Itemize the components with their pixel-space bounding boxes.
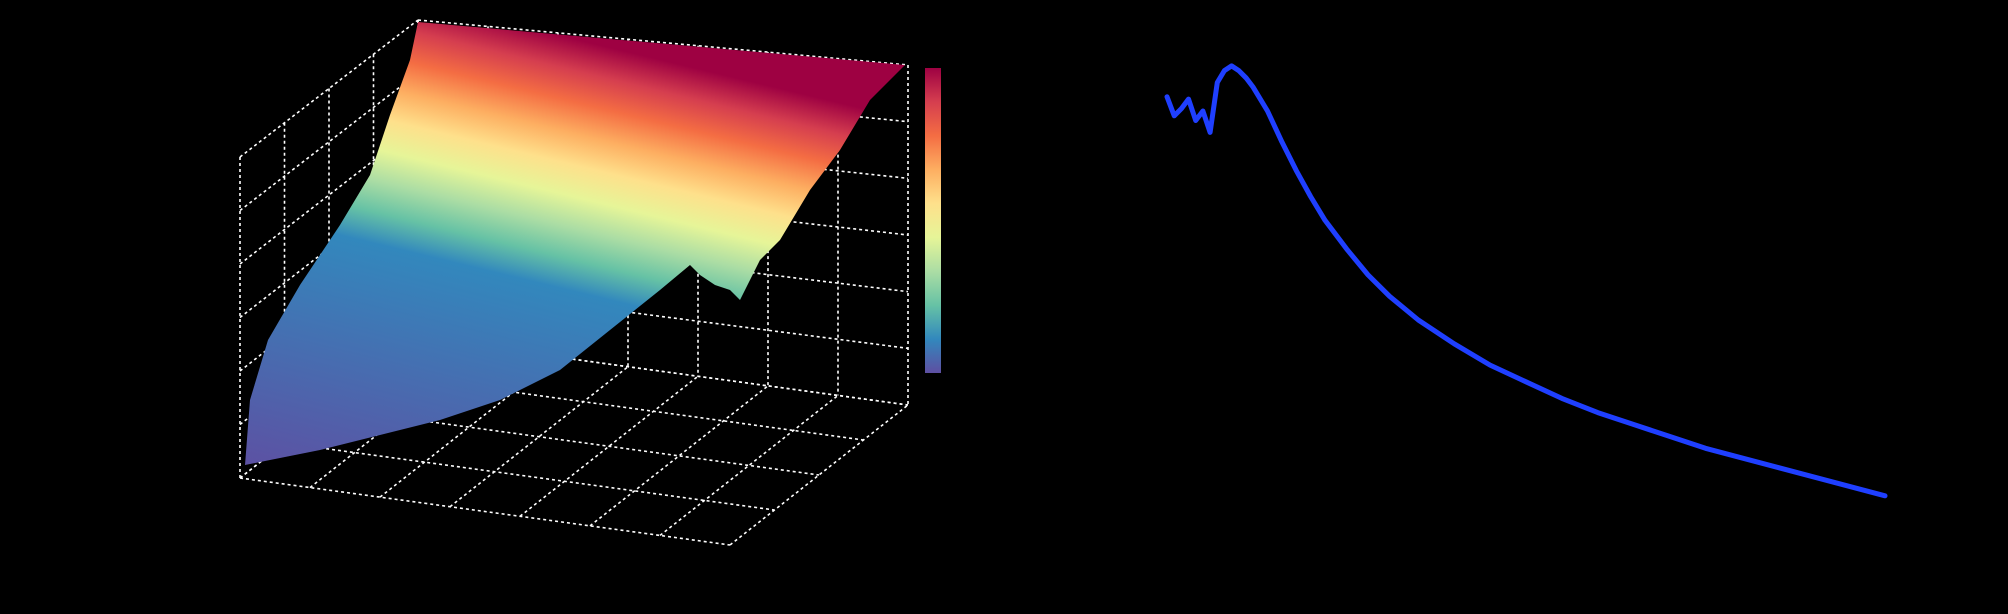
figure bbox=[0, 0, 2008, 614]
colorbar bbox=[925, 68, 941, 373]
line-series-group bbox=[1164, 63, 1888, 499]
surface-plot-panel bbox=[101, 10, 1061, 610]
line-plot-frame bbox=[1166, 34, 1886, 511]
series-line bbox=[1164, 63, 1888, 499]
line-plot-panel bbox=[1164, 34, 1888, 511]
figure-canvas bbox=[101, 10, 1888, 610]
